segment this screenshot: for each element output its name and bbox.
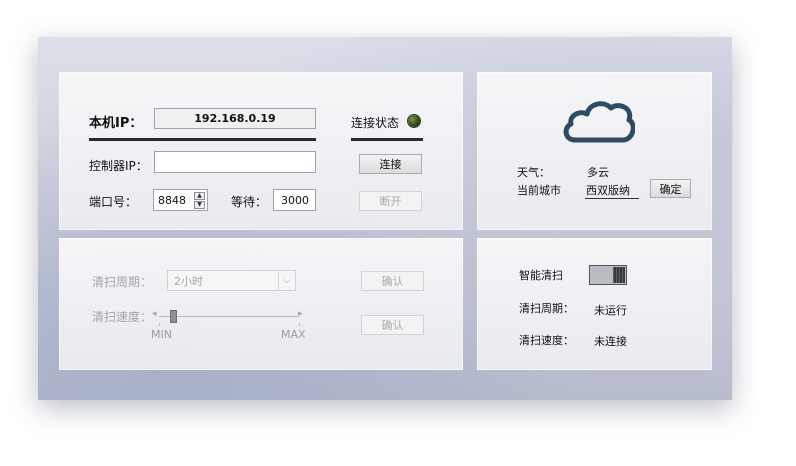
controller-ip-input[interactable] (154, 151, 316, 173)
disconnect-button[interactable]: 断开 (359, 191, 422, 211)
port-value: 8848 (158, 193, 186, 207)
app-window: 本机IP： 192.168.0.19 连接状态 控制器IP： 连接 端口号： 8… (38, 37, 732, 400)
confirm-city-button[interactable]: 确定 (650, 179, 691, 198)
wait-input[interactable]: 3000 (273, 189, 316, 211)
chevron-down-icon[interactable]: ⌵ (278, 271, 295, 290)
clean-period-select[interactable]: 2小时 ⌵ (167, 270, 296, 291)
port-label: 端口号： (89, 195, 138, 209)
slider-min-label: MIN (151, 328, 172, 341)
city-label: 当前城市 (517, 184, 561, 197)
smart-clean-label: 智能清扫 (519, 269, 563, 282)
toggle-knob (613, 267, 625, 283)
slider-tick (299, 323, 300, 326)
status-divider (351, 138, 423, 141)
local-ip-display: 192.168.0.19 (154, 108, 316, 129)
confirm-period-button[interactable]: 确认 (361, 271, 424, 291)
weather-label: 天气： (517, 166, 550, 179)
clean-period-selected: 2小时 (174, 274, 203, 288)
cloud-icon (563, 101, 635, 143)
divider (89, 138, 316, 141)
smart-clean-panel: 智能清扫 清扫周期： 未运行 清扫速度： 未连接 (477, 238, 712, 370)
connection-status-led-icon (408, 115, 420, 127)
port-stepper[interactable]: ▲ ▼ (194, 192, 205, 209)
slider-max-label: MAX (281, 328, 306, 341)
wait-value: 3000 (281, 193, 309, 207)
weather-panel: 天气： 多云 当前城市 西双版纳 确定 (477, 72, 712, 230)
controller-ip-label: 控制器IP： (89, 159, 148, 173)
smart-period-status: 未运行 (594, 304, 627, 317)
weather-value: 多云 (587, 166, 609, 179)
slider-left-arrow-icon: ◂ (152, 309, 157, 319)
cleaning-panel: 清扫周期： 2小时 ⌵ 确认 清扫速度： ◂ ▸ MIN MAX 确认 (59, 238, 463, 370)
slider-tick (159, 323, 160, 326)
chevron-down-icon[interactable]: ▼ (194, 201, 205, 209)
slider-right-arrow-icon: ▸ (298, 309, 303, 319)
local-ip-label: 本机IP： (89, 116, 143, 131)
chevron-up-icon[interactable]: ▲ (194, 192, 205, 200)
smart-period-label: 清扫周期： (519, 302, 574, 315)
smart-speed-status: 未连接 (594, 335, 627, 348)
connection-status-label: 连接状态 (351, 116, 400, 130)
connection-panel: 本机IP： 192.168.0.19 连接状态 控制器IP： 连接 端口号： 8… (59, 72, 463, 230)
smart-speed-label: 清扫速度： (519, 334, 574, 347)
smart-clean-toggle[interactable] (589, 265, 627, 285)
local-ip-value: 192.168.0.19 (194, 112, 276, 125)
wait-label: 等待： (231, 195, 268, 209)
clean-speed-label: 清扫速度： (92, 310, 153, 324)
slider-track (159, 316, 299, 317)
city-input[interactable]: 西双版纳 (586, 182, 630, 198)
confirm-speed-button[interactable]: 确认 (361, 315, 424, 335)
port-input[interactable]: 8848 ▲ ▼ (153, 189, 208, 211)
slider-thumb[interactable] (170, 310, 177, 323)
clean-period-label: 清扫周期： (92, 275, 153, 289)
connect-button[interactable]: 连接 (359, 154, 422, 174)
city-underline (585, 198, 639, 199)
